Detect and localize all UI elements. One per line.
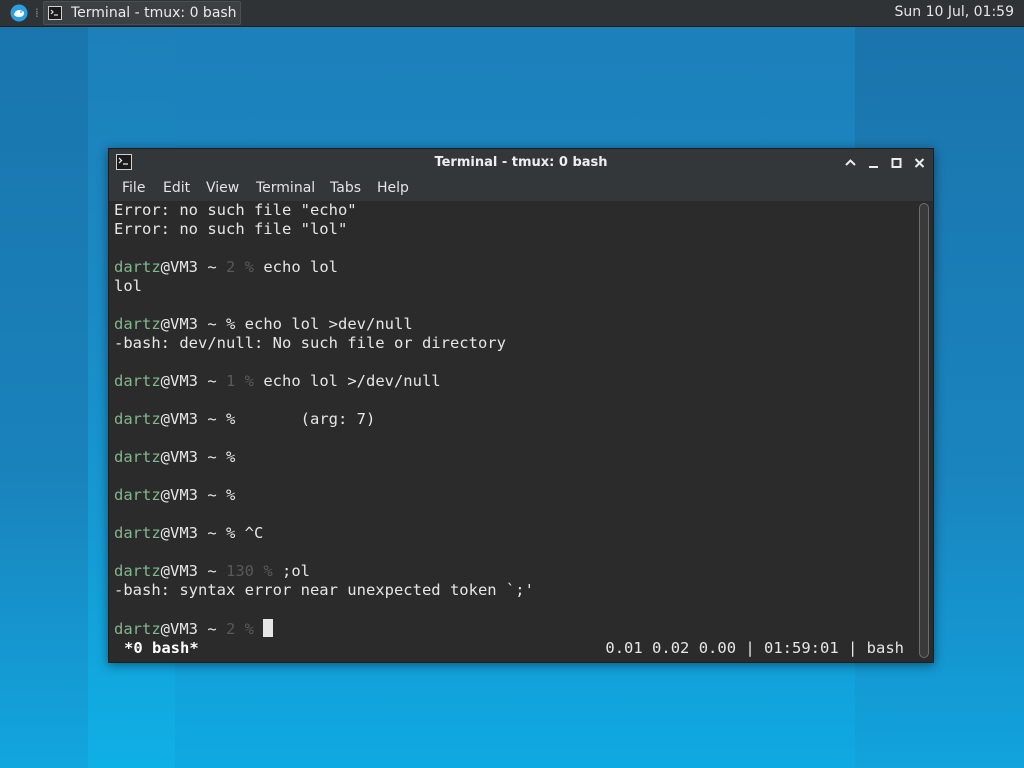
menu-tabs[interactable]: Tabs	[330, 180, 361, 196]
menu-view[interactable]: View	[206, 180, 239, 196]
prompt-user: dartz	[114, 410, 161, 428]
panel-separator: ⁞	[35, 6, 39, 20]
prompt-host-path: @VM3 ~	[160, 562, 226, 580]
prompt-status: %	[226, 486, 236, 504]
command-text: echo lol	[254, 258, 338, 276]
prompt-host-path: @VM3 ~	[160, 258, 226, 276]
prompt-line: dartz@VM3 ~ 2 %	[114, 619, 274, 638]
prompt-user: dartz	[114, 372, 161, 390]
output-line: lol	[114, 277, 142, 295]
prompt-user: dartz	[114, 315, 161, 333]
text-cursor	[263, 619, 274, 637]
prompt-line: dartz@VM3 ~ 130 % ;ol	[114, 562, 310, 581]
output-line: -bash: syntax error near unexpected toke…	[114, 581, 534, 599]
tmux-window-list: *0 bash*	[124, 639, 199, 657]
menu-edit[interactable]: Edit	[163, 180, 190, 196]
terminal-icon	[48, 6, 62, 20]
prompt-status: %	[226, 524, 236, 542]
command-text	[254, 620, 263, 638]
output-line: Error: no such file "lol"	[114, 220, 348, 238]
terminal-window: Terminal - tmux: 0 bash File Edit View T…	[108, 148, 934, 663]
prompt-host-path: @VM3 ~	[160, 410, 226, 428]
prompt-line: dartz@VM3 ~ % echo lol >dev/null	[114, 315, 413, 334]
tmux-status-bar: *0 bash* 0.01 0.02 0.00 | 01:59:01 | bas…	[109, 639, 917, 658]
taskbar-label: Terminal - tmux: 0 bash	[71, 5, 237, 21]
prompt-line: dartz@VM3 ~ 2 % echo lol	[114, 258, 338, 277]
prompt-line: dartz@VM3 ~ % ^C	[114, 524, 263, 543]
command-text: echo lol >/dev/null	[254, 372, 441, 390]
shade-button[interactable]	[843, 154, 858, 172]
menu-bar: File Edit View Terminal Tabs Help	[109, 177, 933, 201]
prompt-host-path: @VM3 ~	[160, 620, 226, 638]
prompt-host-path: @VM3 ~	[160, 315, 226, 333]
prompt-line: dartz@VM3 ~ % (arg: 7)	[114, 410, 375, 429]
command-text: ^C	[235, 524, 264, 542]
prompt-host-path: @VM3 ~	[160, 372, 226, 390]
prompt-status: %	[226, 315, 236, 333]
prompt-status: %	[226, 410, 236, 428]
prompt-status: 2 %	[226, 258, 254, 276]
prompt-user: dartz	[114, 448, 161, 466]
prompt-status: 130 %	[226, 562, 273, 580]
top-panel: ⁞ Terminal - tmux: 0 bash Sun 10 Jul, 01…	[0, 0, 1024, 27]
prompt-status: 2 %	[226, 620, 254, 638]
window-title: Terminal - tmux: 0 bash	[434, 155, 608, 170]
tmux-status-right: 0.01 0.02 0.00 | 01:59:01 | bash	[605, 639, 904, 657]
title-bar[interactable]: Terminal - tmux: 0 bash	[109, 149, 933, 177]
output-line: Error: no such file "echo"	[114, 201, 357, 219]
terminal-output[interactable]: *0 bash* 0.01 0.02 0.00 | 01:59:01 | bas…	[109, 201, 917, 662]
prompt-user: dartz	[114, 258, 161, 276]
scrollbar[interactable]	[918, 203, 930, 658]
taskbar-terminal-button[interactable]: Terminal - tmux: 0 bash	[43, 1, 241, 25]
prompt-user: dartz	[114, 524, 161, 542]
minimize-button[interactable]	[866, 154, 881, 172]
command-text: echo lol >dev/null	[235, 315, 413, 333]
prompt-host-path: @VM3 ~	[160, 448, 226, 466]
menu-help[interactable]: Help	[377, 180, 409, 196]
command-text: (arg: 7)	[235, 410, 376, 428]
close-button[interactable]	[912, 154, 927, 172]
command-text: ;ol	[272, 562, 310, 580]
prompt-status: 1 %	[226, 372, 254, 390]
prompt-user: dartz	[114, 620, 161, 638]
clock[interactable]: Sun 10 Jul, 01:59	[895, 4, 1015, 20]
prompt-user: dartz	[114, 562, 161, 580]
prompt-line: dartz@VM3 ~ %	[114, 486, 235, 505]
desktop-bg-left	[0, 26, 88, 768]
maximize-button[interactable]	[889, 154, 904, 172]
prompt-status: %	[226, 448, 236, 466]
output-line: -bash: dev/null: No such file or directo…	[114, 334, 506, 352]
scrollbar-thumb[interactable]	[919, 203, 929, 658]
prompt-host-path: @VM3 ~	[160, 486, 226, 504]
prompt-host-path: @VM3 ~	[160, 524, 226, 542]
prompt-user: dartz	[114, 486, 161, 504]
menu-file[interactable]: File	[122, 180, 145, 196]
menu-terminal[interactable]: Terminal	[256, 180, 315, 196]
prompt-line: dartz@VM3 ~ %	[114, 448, 235, 467]
prompt-line: dartz@VM3 ~ 1 % echo lol >/dev/null	[114, 372, 441, 391]
xfce-mouse-icon[interactable]	[10, 4, 28, 22]
